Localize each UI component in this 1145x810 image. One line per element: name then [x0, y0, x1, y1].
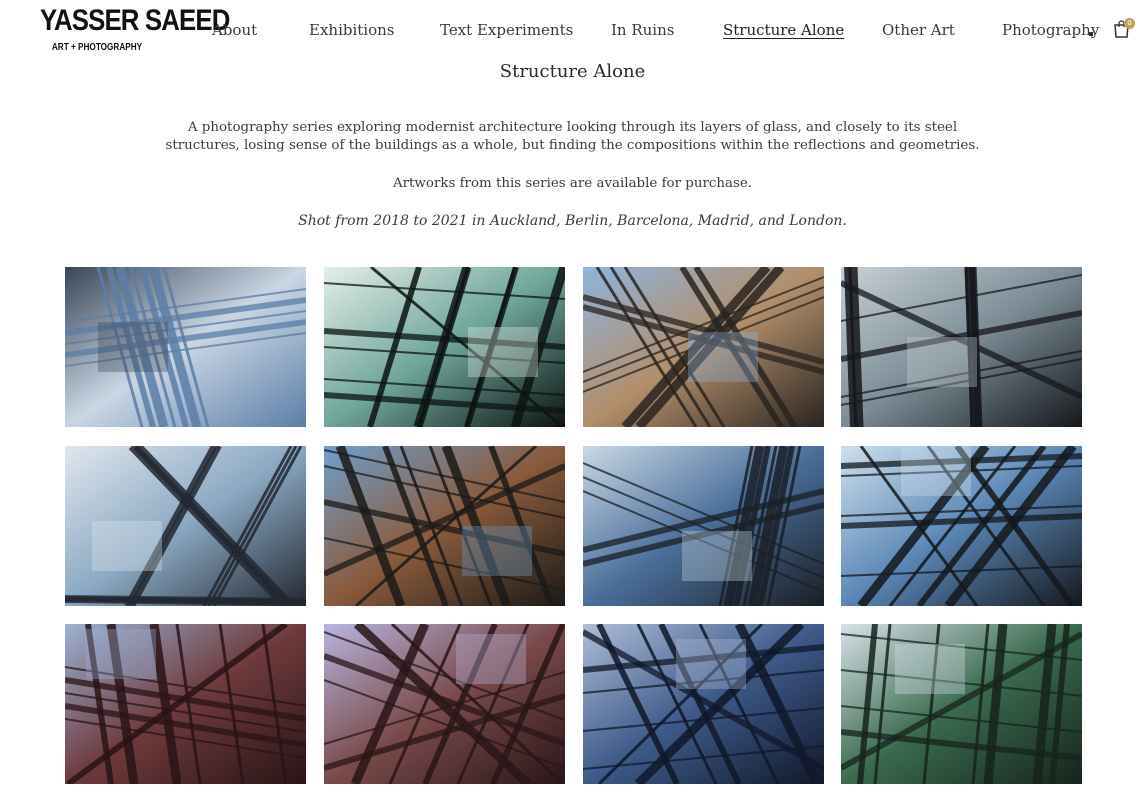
shot-info: Shot from 2018 to 2021 in Auckland, Berl… [298, 213, 847, 229]
gallery-photo-2[interactable] [324, 267, 565, 427]
nav-structure-alone[interactable]: Structure Alone [723, 20, 844, 40]
photo-thumbnail [65, 624, 306, 784]
gallery-photo-8[interactable] [841, 446, 1082, 606]
gallery-photo-5[interactable] [65, 446, 306, 606]
gallery-photo-11[interactable] [583, 624, 824, 784]
photo-thumbnail [324, 446, 565, 606]
gallery-photo-9[interactable] [65, 624, 306, 784]
photo-thumbnail [841, 267, 1082, 427]
gallery-photo-1[interactable] [65, 267, 306, 427]
dropdown-indicator-icon[interactable] [1089, 32, 1093, 36]
nav-other-art[interactable]: Other Art [882, 20, 955, 40]
nav-about[interactable]: About [212, 20, 257, 40]
nav-photography[interactable]: Photography [1002, 20, 1099, 40]
cart-count-badge: 0 [1124, 18, 1135, 29]
photo-thumbnail [65, 267, 306, 427]
gallery-photo-6[interactable] [324, 446, 565, 606]
photo-thumbnail [583, 446, 824, 606]
cart-button[interactable]: 0 [1110, 16, 1135, 40]
site-logo[interactable]: YASSER SAEED ART + PHOTOGRAPHY [40, 4, 230, 54]
gallery-photo-4[interactable] [841, 267, 1082, 427]
logo-name: YASSER SAEED [40, 4, 230, 37]
gallery-photo-7[interactable] [583, 446, 824, 606]
logo-tagline: ART + PHOTOGRAPHY [51, 42, 143, 53]
photo-thumbnail [324, 267, 565, 427]
photo-thumbnail [841, 624, 1082, 784]
series-description: A photography series exploring modernist… [165, 120, 980, 153]
photo-thumbnail [583, 624, 824, 784]
nav-exhibitions[interactable]: Exhibitions [309, 20, 394, 40]
photo-thumbnail [65, 446, 306, 606]
photo-thumbnail [841, 446, 1082, 606]
availability-note: Artworks from this series are available … [392, 176, 753, 191]
gallery-photo-12[interactable] [841, 624, 1082, 784]
gallery-photo-3[interactable] [583, 267, 824, 427]
nav-text-experiments[interactable]: Text Experiments [440, 20, 573, 40]
nav-in-ruins[interactable]: In Ruins [611, 20, 674, 40]
photo-thumbnail [324, 624, 565, 784]
gallery-photo-10[interactable] [324, 624, 565, 784]
photo-thumbnail [583, 267, 824, 427]
page-title: Structure Alone [499, 61, 646, 82]
